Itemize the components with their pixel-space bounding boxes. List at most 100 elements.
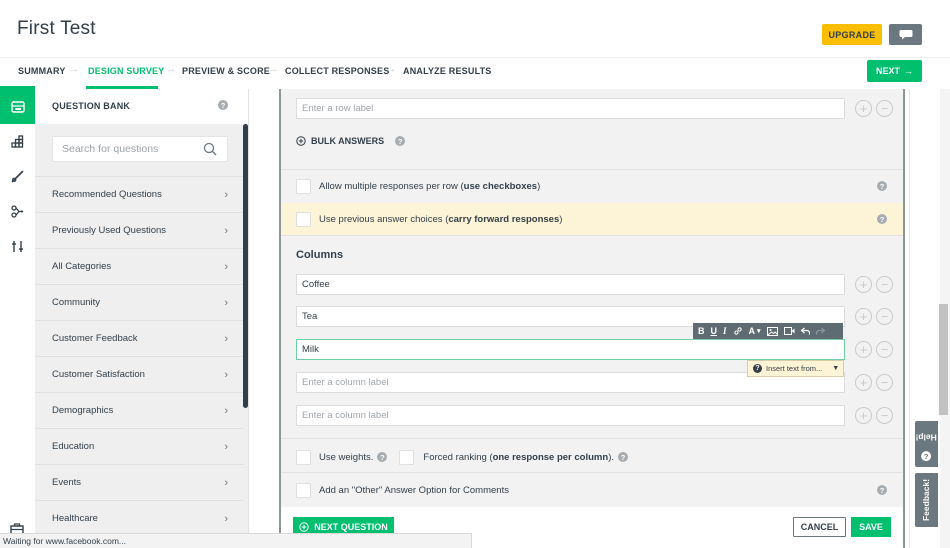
column-input[interactable] — [301, 279, 844, 290]
bold-button[interactable]: B — [698, 326, 705, 336]
qb-item-community[interactable]: Community › — [35, 284, 244, 320]
column-input[interactable] — [301, 311, 844, 322]
row-label-field[interactable] — [296, 98, 845, 119]
use-weights-checkbox[interactable] — [296, 449, 311, 465]
help-icon[interactable]: ? — [395, 136, 406, 146]
column-field-1[interactable] — [296, 274, 845, 295]
add-column-icon[interactable]: + — [855, 407, 872, 424]
divider — [281, 438, 903, 439]
step-summary[interactable]: SUMMARY — [18, 66, 66, 76]
chevron-right-icon: › — [224, 260, 228, 273]
other-option-checkbox[interactable] — [296, 482, 311, 498]
forced-ranking-checkbox[interactable] — [399, 449, 415, 465]
other-option-label: Add an "Other" Answer Option for Comment… — [319, 484, 509, 496]
step-analyze-results[interactable]: ANALYZE RESULTS — [403, 66, 492, 76]
step-collect-responses[interactable]: COLLECT RESPONSES — [285, 66, 389, 76]
add-column-icon[interactable]: + — [855, 341, 872, 358]
column-input[interactable] — [301, 410, 844, 421]
qb-item-events[interactable]: Events › — [35, 464, 244, 500]
question-search[interactable] — [52, 136, 228, 162]
rail-design[interactable] — [0, 159, 35, 194]
bulk-answers-button[interactable]: BULK ANSWERS ? — [296, 136, 406, 146]
chevron-right-icon: › — [224, 296, 228, 309]
link-icon[interactable] — [733, 326, 743, 336]
qb-item-demographics[interactable]: Demographics › — [35, 392, 244, 428]
cancel-button[interactable]: CANCEL — [793, 517, 846, 537]
qb-item-previously-used[interactable]: Previously Used Questions › — [35, 212, 244, 248]
rail-logic[interactable] — [0, 194, 35, 229]
insert-text-from-dropdown[interactable]: ? Insert text from... ▼ — [747, 360, 844, 377]
feedback-tab[interactable]: Feedback! — [915, 473, 938, 527]
italic-button[interactable]: I — [723, 326, 727, 336]
help-icon[interactable]: ? — [377, 452, 388, 462]
question-search-input[interactable] — [62, 143, 202, 155]
rail-builder[interactable] — [0, 124, 35, 159]
allow-multiple-checkbox[interactable] — [296, 178, 311, 194]
row-label-input[interactable] — [301, 103, 844, 114]
video-icon[interactable] — [783, 327, 795, 335]
qb-item-label: Demographics — [52, 405, 114, 416]
add-column-icon[interactable]: + — [855, 276, 872, 293]
chevron-right-icon: › — [224, 476, 228, 489]
qb-item-label: Recommended Questions — [52, 189, 162, 200]
remove-column-icon[interactable]: − — [876, 276, 893, 293]
chevron-right-icon: › — [224, 440, 228, 453]
rail-question-bank[interactable] — [0, 89, 35, 124]
help-icon[interactable]: ? — [218, 100, 228, 110]
options-sliders-icon — [12, 241, 23, 252]
qb-item-customer-feedback[interactable]: Customer Feedback › — [35, 320, 244, 356]
add-row-icon[interactable]: + — [855, 100, 872, 117]
add-column-icon[interactable]: + — [855, 374, 872, 391]
column-field-5[interactable] — [296, 405, 845, 426]
column-field-3[interactable] — [296, 339, 845, 360]
font-color-dropdown-icon[interactable]: ▾ — [757, 327, 761, 335]
step-preview-score[interactable]: PREVIEW & SCORE — [182, 66, 270, 76]
redo-icon[interactable] — [815, 327, 825, 335]
remove-column-icon[interactable]: − — [876, 374, 893, 391]
underline-button[interactable]: U — [711, 326, 718, 336]
qb-item-all-categories[interactable]: All Categories › — [35, 248, 244, 284]
next-button[interactable]: NEXT → — [867, 60, 922, 82]
qb-item-customer-satisfaction[interactable]: Customer Satisfaction › — [35, 356, 244, 392]
upgrade-button[interactable]: UPGRADE — [822, 24, 882, 45]
remove-column-icon[interactable]: − — [876, 341, 893, 358]
column-input[interactable] — [301, 344, 844, 355]
header-divider — [0, 57, 950, 58]
qb-item-healthcare[interactable]: Healthcare › — [35, 500, 244, 536]
remove-column-icon[interactable]: − — [876, 407, 893, 424]
remove-row-icon[interactable]: − — [876, 100, 893, 117]
save-button[interactable]: SAVE — [851, 517, 891, 537]
qb-item-education[interactable]: Education › — [35, 428, 244, 464]
chat-button[interactable] — [889, 24, 922, 45]
qb-item-recommended[interactable]: Recommended Questions › — [35, 176, 244, 212]
help-icon[interactable]: ? — [877, 181, 887, 191]
help-tab-label: Help! — [915, 432, 938, 443]
rich-text-toolbar: B U I A ▾ — [693, 323, 843, 339]
image-icon[interactable] — [766, 326, 778, 336]
next-label: NEXT — [875, 66, 900, 76]
add-column-icon[interactable]: + — [855, 308, 872, 325]
allow-multiple-label: Allow multiple responses per row (use ch… — [319, 180, 541, 192]
remove-column-icon[interactable]: − — [876, 308, 893, 325]
help-icon[interactable]: ? — [877, 485, 887, 495]
undo-icon[interactable] — [800, 327, 810, 335]
other-option-row: Add an "Other" Answer Option for Comment… — [281, 474, 903, 506]
carry-forward-checkbox[interactable] — [296, 211, 311, 227]
help-icon[interactable]: ? — [618, 452, 628, 462]
rail-options[interactable] — [0, 229, 35, 264]
chevron-right-icon: › — [224, 188, 228, 201]
plus-circle-icon — [299, 522, 309, 532]
qb-item-label: Customer Satisfaction — [52, 369, 145, 380]
help-tab[interactable]: ? Help! — [915, 421, 938, 467]
arrow-right-icon: → — [904, 66, 913, 76]
page-scrollbar-thumb[interactable] — [939, 304, 948, 415]
help-icon[interactable]: ? — [877, 214, 887, 224]
step-design-survey[interactable]: DESIGN SURVEY — [88, 66, 164, 76]
search-icon[interactable] — [203, 142, 217, 156]
font-color-button[interactable]: A — [749, 326, 756, 336]
divider — [281, 235, 903, 236]
qb-item-label: Education — [52, 441, 95, 452]
column-input[interactable] — [301, 377, 844, 388]
column-add-remove: + − — [855, 308, 895, 326]
column-add-remove: + − — [855, 407, 895, 425]
